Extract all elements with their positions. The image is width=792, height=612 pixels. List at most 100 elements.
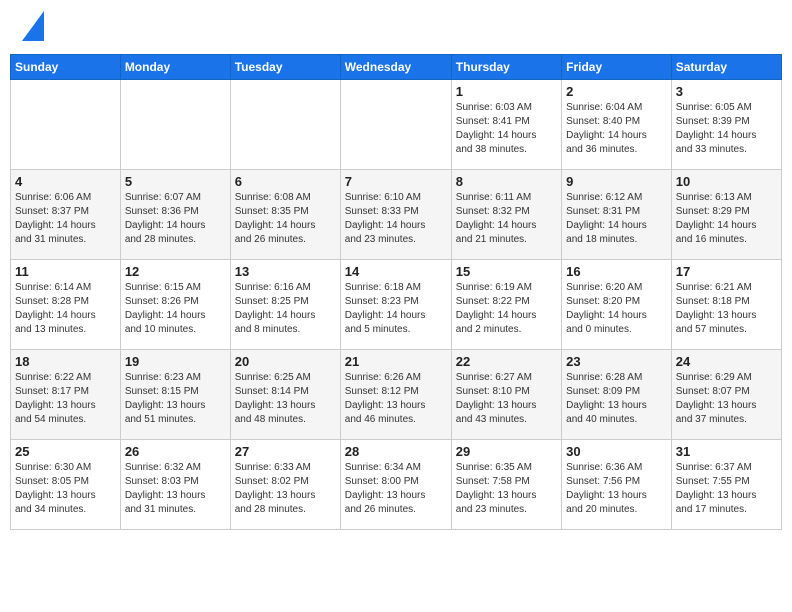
calendar-day-cell: 28 Sunrise: 6:34 AM Sunset: 8:00 PM Dayli… bbox=[340, 440, 451, 530]
calendar-day-cell: 11 Sunrise: 6:14 AM Sunset: 8:28 PM Dayli… bbox=[11, 260, 121, 350]
day-info: Sunrise: 6:05 AM Sunset: 8:39 PM Dayligh… bbox=[676, 101, 777, 157]
day-info: Sunrise: 6:19 AM Sunset: 8:22 PM Dayligh… bbox=[456, 281, 557, 337]
calendar-day-cell: 12Sunrise: 6:15 AM Sunset: 8:26 PM Dayli… bbox=[120, 260, 230, 350]
weekday-header: Sunday bbox=[11, 55, 121, 80]
day-info: Sunrise: 6:27 AM Sunset: 8:10 PM Dayligh… bbox=[456, 371, 557, 427]
calendar-day-cell bbox=[120, 80, 230, 170]
calendar-day-cell bbox=[340, 80, 451, 170]
day-number: 16 bbox=[566, 264, 667, 279]
calendar-day-cell: 23 Sunrise: 6:28 AM Sunset: 8:09 PM Dayli… bbox=[562, 350, 672, 440]
calendar-day-cell: 15 Sunrise: 6:19 AM Sunset: 8:22 PM Dayli… bbox=[451, 260, 561, 350]
day-info: Sunrise: 6:26 AM Sunset: 8:12 PM Dayligh… bbox=[345, 371, 447, 427]
calendar-day-cell: 1 Sunrise: 6:03 AM Sunset: 8:41 PM Daylig… bbox=[451, 80, 561, 170]
day-info: Sunrise: 6:06 AM Sunset: 8:37 PM Dayligh… bbox=[15, 191, 116, 247]
calendar-day-cell: 21 Sunrise: 6:26 AM Sunset: 8:12 PM Dayli… bbox=[340, 350, 451, 440]
day-number: 18 bbox=[15, 354, 116, 369]
day-info: Sunrise: 6:03 AM Sunset: 8:41 PM Dayligh… bbox=[456, 101, 557, 157]
day-info: Sunrise: 6:37 AM Sunset: 7:55 PM Dayligh… bbox=[676, 461, 777, 517]
day-number: 23 bbox=[566, 354, 667, 369]
day-number: 13 bbox=[235, 264, 336, 279]
day-info: Sunrise: 6:14 AM Sunset: 8:28 PM Dayligh… bbox=[15, 281, 116, 337]
calendar-day-cell: 9Sunrise: 6:12 AM Sunset: 8:31 PM Daylig… bbox=[562, 170, 672, 260]
day-info: Sunrise: 6:28 AM Sunset: 8:09 PM Dayligh… bbox=[566, 371, 667, 427]
day-info: Sunrise: 6:25 AM Sunset: 8:14 PM Dayligh… bbox=[235, 371, 336, 427]
day-info: Sunrise: 6:35 AM Sunset: 7:58 PM Dayligh… bbox=[456, 461, 557, 517]
day-number: 6 bbox=[235, 174, 336, 189]
day-info: Sunrise: 6:20 AM Sunset: 8:20 PM Dayligh… bbox=[566, 281, 667, 337]
day-number: 31 bbox=[676, 444, 777, 459]
day-number: 2 bbox=[566, 84, 667, 99]
day-number: 26 bbox=[125, 444, 226, 459]
day-number: 24 bbox=[676, 354, 777, 369]
day-info: Sunrise: 6:34 AM Sunset: 8:00 PM Dayligh… bbox=[345, 461, 447, 517]
calendar-day-cell: 20 Sunrise: 6:25 AM Sunset: 8:14 PM Dayli… bbox=[230, 350, 340, 440]
page-header bbox=[10, 10, 782, 46]
calendar-day-cell: 7Sunrise: 6:10 AM Sunset: 8:33 PM Daylig… bbox=[340, 170, 451, 260]
logo-icon bbox=[22, 11, 44, 41]
day-number: 17 bbox=[676, 264, 777, 279]
calendar-day-cell: 27Sunrise: 6:33 AM Sunset: 8:02 PM Dayli… bbox=[230, 440, 340, 530]
weekday-header: Friday bbox=[562, 55, 672, 80]
day-number: 4 bbox=[15, 174, 116, 189]
calendar-day-cell: 31 Sunrise: 6:37 AM Sunset: 7:55 PM Dayli… bbox=[671, 440, 781, 530]
calendar-day-cell: 16 Sunrise: 6:20 AM Sunset: 8:20 PM Dayli… bbox=[562, 260, 672, 350]
calendar-day-cell: 22 Sunrise: 6:27 AM Sunset: 8:10 PM Dayli… bbox=[451, 350, 561, 440]
day-info: Sunrise: 6:08 AM Sunset: 8:35 PM Dayligh… bbox=[235, 191, 336, 247]
day-number: 8 bbox=[456, 174, 557, 189]
calendar-day-cell: 29Sunrise: 6:35 AM Sunset: 7:58 PM Dayli… bbox=[451, 440, 561, 530]
calendar-day-cell: 25 Sunrise: 6:30 AM Sunset: 8:05 PM Dayli… bbox=[11, 440, 121, 530]
calendar-header-row: SundayMondayTuesdayWednesdayThursdayFrid… bbox=[11, 55, 782, 80]
calendar-day-cell: 26 Sunrise: 6:32 AM Sunset: 8:03 PM Dayli… bbox=[120, 440, 230, 530]
calendar-day-cell: 17 Sunrise: 6:21 AM Sunset: 8:18 PM Dayli… bbox=[671, 260, 781, 350]
day-info: Sunrise: 6:30 AM Sunset: 8:05 PM Dayligh… bbox=[15, 461, 116, 517]
calendar-week-row: 18 Sunrise: 6:22 AM Sunset: 8:17 PM Dayli… bbox=[11, 350, 782, 440]
day-number: 25 bbox=[15, 444, 116, 459]
calendar-week-row: 4 Sunrise: 6:06 AM Sunset: 8:37 PM Daylig… bbox=[11, 170, 782, 260]
day-info: Sunrise: 6:13 AM Sunset: 8:29 PM Dayligh… bbox=[676, 191, 777, 247]
calendar-day-cell: 4 Sunrise: 6:06 AM Sunset: 8:37 PM Daylig… bbox=[11, 170, 121, 260]
day-info: Sunrise: 6:22 AM Sunset: 8:17 PM Dayligh… bbox=[15, 371, 116, 427]
calendar-day-cell: 8 Sunrise: 6:11 AM Sunset: 8:32 PM Daylig… bbox=[451, 170, 561, 260]
day-number: 20 bbox=[235, 354, 336, 369]
calendar-day-cell: 13 Sunrise: 6:16 AM Sunset: 8:25 PM Dayli… bbox=[230, 260, 340, 350]
day-info: Sunrise: 6:23 AM Sunset: 8:15 PM Dayligh… bbox=[125, 371, 226, 427]
day-number: 10 bbox=[676, 174, 777, 189]
day-number: 19 bbox=[125, 354, 226, 369]
day-number: 11 bbox=[15, 264, 116, 279]
calendar-day-cell: 10 Sunrise: 6:13 AM Sunset: 8:29 PM Dayli… bbox=[671, 170, 781, 260]
weekday-header: Tuesday bbox=[230, 55, 340, 80]
day-info: Sunrise: 6:21 AM Sunset: 8:18 PM Dayligh… bbox=[676, 281, 777, 337]
day-number: 14 bbox=[345, 264, 447, 279]
day-number: 30 bbox=[566, 444, 667, 459]
day-number: 28 bbox=[345, 444, 447, 459]
calendar-day-cell bbox=[11, 80, 121, 170]
day-number: 3 bbox=[676, 84, 777, 99]
calendar-day-cell: 5 Sunrise: 6:07 AM Sunset: 8:36 PM Daylig… bbox=[120, 170, 230, 260]
weekday-header: Thursday bbox=[451, 55, 561, 80]
day-number: 5 bbox=[125, 174, 226, 189]
day-number: 21 bbox=[345, 354, 447, 369]
calendar-day-cell: 19 Sunrise: 6:23 AM Sunset: 8:15 PM Dayli… bbox=[120, 350, 230, 440]
day-number: 1 bbox=[456, 84, 557, 99]
day-info: Sunrise: 6:29 AM Sunset: 8:07 PM Dayligh… bbox=[676, 371, 777, 427]
day-number: 15 bbox=[456, 264, 557, 279]
weekday-header: Monday bbox=[120, 55, 230, 80]
calendar-week-row: 11 Sunrise: 6:14 AM Sunset: 8:28 PM Dayli… bbox=[11, 260, 782, 350]
calendar-day-cell: 3 Sunrise: 6:05 AM Sunset: 8:39 PM Daylig… bbox=[671, 80, 781, 170]
day-number: 12 bbox=[125, 264, 226, 279]
day-number: 27 bbox=[235, 444, 336, 459]
calendar-day-cell: 14 Sunrise: 6:18 AM Sunset: 8:23 PM Dayli… bbox=[340, 260, 451, 350]
calendar-week-row: 25 Sunrise: 6:30 AM Sunset: 8:05 PM Dayli… bbox=[11, 440, 782, 530]
day-info: Sunrise: 6:32 AM Sunset: 8:03 PM Dayligh… bbox=[125, 461, 226, 517]
day-info: Sunrise: 6:16 AM Sunset: 8:25 PM Dayligh… bbox=[235, 281, 336, 337]
day-info: Sunrise: 6:36 AM Sunset: 7:56 PM Dayligh… bbox=[566, 461, 667, 517]
day-number: 9 bbox=[566, 174, 667, 189]
day-info: Sunrise: 6:18 AM Sunset: 8:23 PM Dayligh… bbox=[345, 281, 447, 337]
day-info: Sunrise: 6:11 AM Sunset: 8:32 PM Dayligh… bbox=[456, 191, 557, 247]
calendar-week-row: 1 Sunrise: 6:03 AM Sunset: 8:41 PM Daylig… bbox=[11, 80, 782, 170]
day-info: Sunrise: 6:10 AM Sunset: 8:33 PM Dayligh… bbox=[345, 191, 447, 247]
calendar-day-cell: 24 Sunrise: 6:29 AM Sunset: 8:07 PM Dayli… bbox=[671, 350, 781, 440]
calendar-day-cell bbox=[230, 80, 340, 170]
day-info: Sunrise: 6:07 AM Sunset: 8:36 PM Dayligh… bbox=[125, 191, 226, 247]
day-number: 22 bbox=[456, 354, 557, 369]
